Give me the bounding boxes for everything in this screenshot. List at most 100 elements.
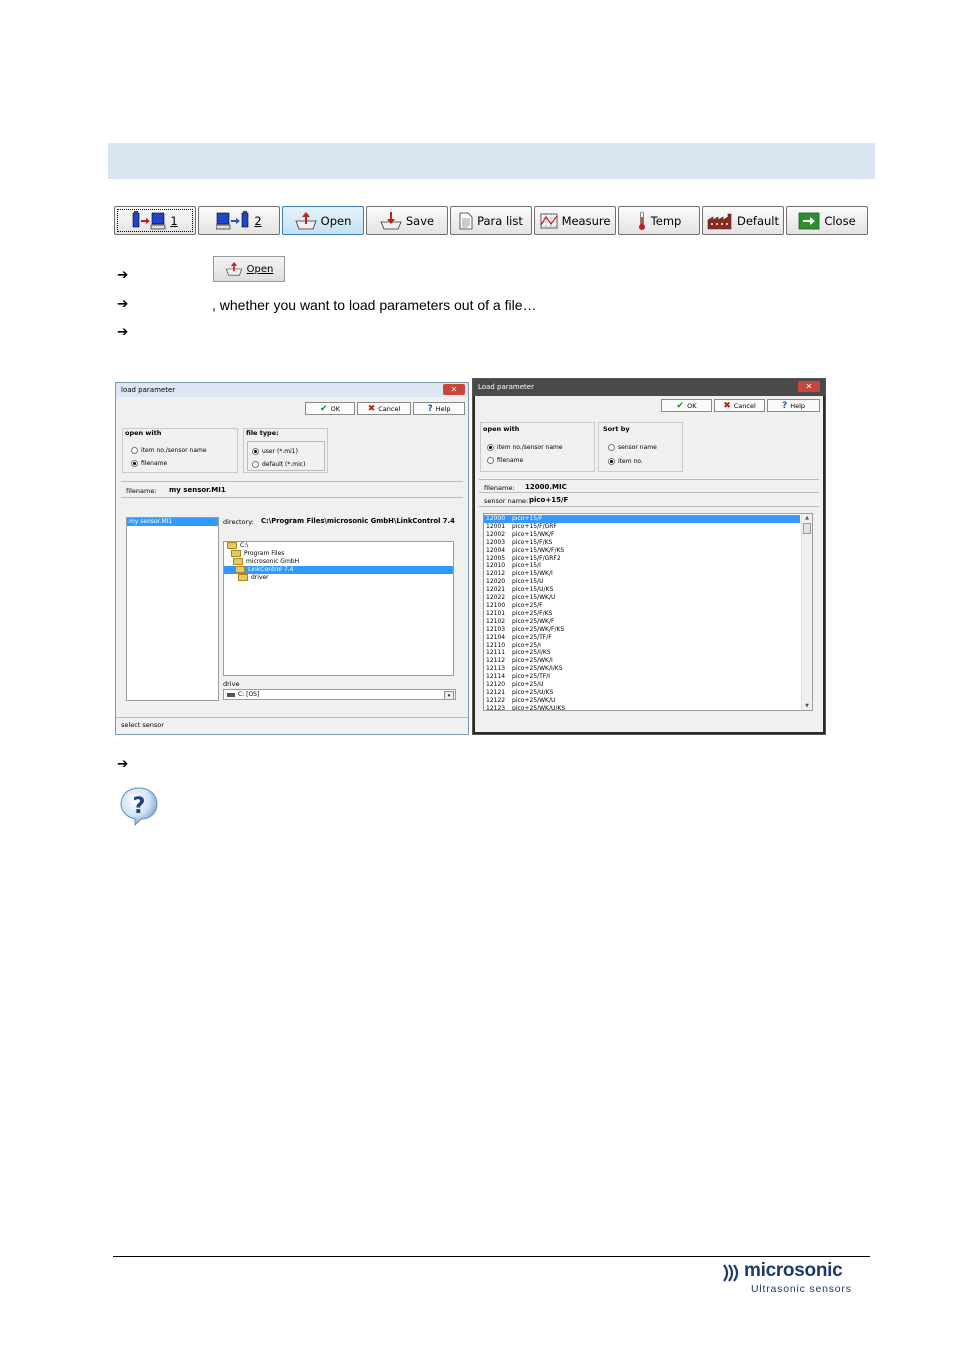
list-item[interactable]: 12020 pico+15/U <box>484 578 800 586</box>
list-item[interactable]: 12003 pico+15/F/KS <box>484 539 800 547</box>
list-item[interactable]: 12110 pico+25/I <box>484 642 800 650</box>
item-number: 12112 <box>486 657 506 665</box>
radio-sort-name[interactable]: sensor name <box>608 444 657 451</box>
list-item[interactable]: 12104 pico+25/TF/F <box>484 634 800 642</box>
list-item[interactable]: 12100 pico+25/F <box>484 602 800 610</box>
folder-icon <box>231 549 241 557</box>
list-item[interactable]: Program Files <box>224 549 453 558</box>
open-icon <box>225 262 242 276</box>
open-button[interactable]: Open <box>282 206 364 235</box>
list-item[interactable]: 12005 pico+15/F/GRF2 <box>484 555 800 563</box>
radio-filename[interactable]: filename <box>131 460 167 467</box>
sensor-name: pico+25/WK/I <box>512 657 553 665</box>
scrollbar[interactable]: ▲ ▼ <box>801 514 812 710</box>
ok-button[interactable]: ✔ OK <box>661 399 712 412</box>
list-item[interactable]: 12103 pico+25/WK/F/KS <box>484 626 800 634</box>
radio-icon <box>131 460 138 467</box>
radio-icon <box>608 458 615 465</box>
ok-button[interactable]: ✔ OK <box>305 402 355 415</box>
list-item[interactable]: 12102 pico+25/WK/F <box>484 618 800 626</box>
close-icon[interactable]: ✕ <box>798 381 820 392</box>
radio-label: item no./sensor name <box>141 447 207 454</box>
sensor-name: pico+15/F/KS <box>512 538 553 546</box>
list-item[interactable]: my sensor.MI1 <box>127 518 218 526</box>
drive-select[interactable]: C: [OS] ▾ <box>223 689 456 700</box>
read-sensor-1-button[interactable]: 1 <box>114 206 196 235</box>
close-button[interactable]: Close <box>786 206 868 235</box>
measure-button[interactable]: Measure <box>534 206 616 235</box>
item-number: 12120 <box>486 681 506 689</box>
item-number: 12010 <box>486 562 506 570</box>
list-item[interactable]: 12112 pico+25/WK/I <box>484 657 800 665</box>
group-title: open with <box>125 429 162 437</box>
cancel-button[interactable]: ✖ Cancel <box>357 402 411 415</box>
write-sensor-2-button[interactable]: 2 <box>198 206 280 235</box>
list-item[interactable]: 12000 pico+15/F <box>484 515 800 523</box>
section-heading-band <box>108 143 875 179</box>
list-item[interactable]: 12010 pico+15/I <box>484 562 800 570</box>
button-label: OK <box>330 404 340 413</box>
cancel-button[interactable]: ✖ Cancel <box>714 399 765 412</box>
file-list[interactable]: my sensor.MI1 <box>126 517 219 701</box>
step-arrow-4: ➔ <box>117 756 129 771</box>
button-label: Cancel <box>378 404 401 413</box>
open-button-inline: Open <box>213 256 285 282</box>
item-number: 12114 <box>486 673 506 681</box>
list-item[interactable]: 12121 pico+25/U/KS <box>484 689 800 697</box>
scroll-up-icon[interactable]: ▲ <box>802 514 812 522</box>
help-button[interactable]: ? Help <box>767 399 820 412</box>
radio-item-no[interactable]: item no./sensor name <box>487 444 563 451</box>
list-item[interactable]: 12111 pico+25/I/KS <box>484 649 800 657</box>
item-number: 12103 <box>486 625 506 633</box>
chevron-down-icon[interactable]: ▾ <box>444 691 454 699</box>
list-item[interactable]: 12021 pico+15/U/KS <box>484 586 800 594</box>
list-item[interactable]: 12122 pico+25/WK/U <box>484 697 800 705</box>
list-item[interactable]: microsonic GmbH <box>224 557 453 566</box>
list-item[interactable]: 12101 pico+25/F/KS <box>484 610 800 618</box>
close-icon[interactable]: ✕ <box>443 384 465 395</box>
list-item[interactable]: 12123 pico+25/WK/U/KS <box>484 704 800 711</box>
list-item[interactable]: LinkControl 7.4 <box>224 565 453 574</box>
sensor-name: pico+25/I <box>512 641 541 649</box>
filename-value: my sensor.MI1 <box>169 486 226 494</box>
sensor-name: pico+25/WK/U/KS <box>512 704 566 711</box>
list-item[interactable]: driver <box>224 573 453 582</box>
list-item[interactable]: 12022 pico+15/WK/U <box>484 594 800 602</box>
radio-label: filename <box>141 460 168 467</box>
list-item[interactable]: 12120 pico+25/U <box>484 681 800 689</box>
divider <box>116 717 468 718</box>
help-button[interactable]: ? Help <box>413 402 465 415</box>
list-item[interactable]: 12001 pico+15/F/GRF <box>484 523 800 531</box>
para-list-button[interactable]: Para list <box>450 206 532 235</box>
list-item[interactable]: 12012 pico+15/WK/I <box>484 570 800 578</box>
logo-brand: microsonic <box>744 1260 843 1281</box>
radio-label: sensor name <box>618 444 657 451</box>
button-label: Measure <box>561 213 611 228</box>
radio-default[interactable]: default (*.mic) <box>252 461 305 468</box>
group-title: open with <box>483 425 520 433</box>
folder-tree[interactable]: C:\ Program Files microsonic GmbH LinkCo… <box>223 541 454 676</box>
list-item[interactable]: 12114 pico+25/TF/I <box>484 673 800 681</box>
radio-user[interactable]: user (*.mi1) <box>252 448 298 455</box>
item-number: 12001 <box>486 522 506 530</box>
list-item[interactable]: 12002 pico+15/WK/F <box>484 531 800 539</box>
list-item[interactable]: C:\ <box>224 542 453 550</box>
dialog-title: load parameter <box>116 383 468 397</box>
divider <box>479 506 819 507</box>
temp-button[interactable]: Temp <box>618 206 700 235</box>
save-button[interactable]: Save <box>366 206 448 235</box>
item-number: 12101 <box>486 609 506 617</box>
scroll-down-icon[interactable]: ▼ <box>802 702 812 710</box>
list-item[interactable]: 12113 pico+25/WK/I/KS <box>484 665 800 673</box>
default-button[interactable]: Default <box>702 206 784 235</box>
sensor-list[interactable]: 12000 pico+15/F 12001 pico+15/F/GRF 12002 pic… <box>483 513 813 711</box>
radio-filename[interactable]: filename <box>487 457 523 464</box>
footer-rule <box>113 1256 870 1257</box>
radio-sort-item[interactable]: item no. <box>608 458 643 465</box>
scroll-thumb[interactable] <box>803 523 811 534</box>
item-number: 12005 <box>486 554 506 562</box>
item-number: 12021 <box>486 586 506 594</box>
save-icon <box>380 211 402 229</box>
radio-item-no[interactable]: item no./sensor name <box>131 447 207 454</box>
list-item[interactable]: 12004 pico+15/WK/F/KS <box>484 547 800 555</box>
